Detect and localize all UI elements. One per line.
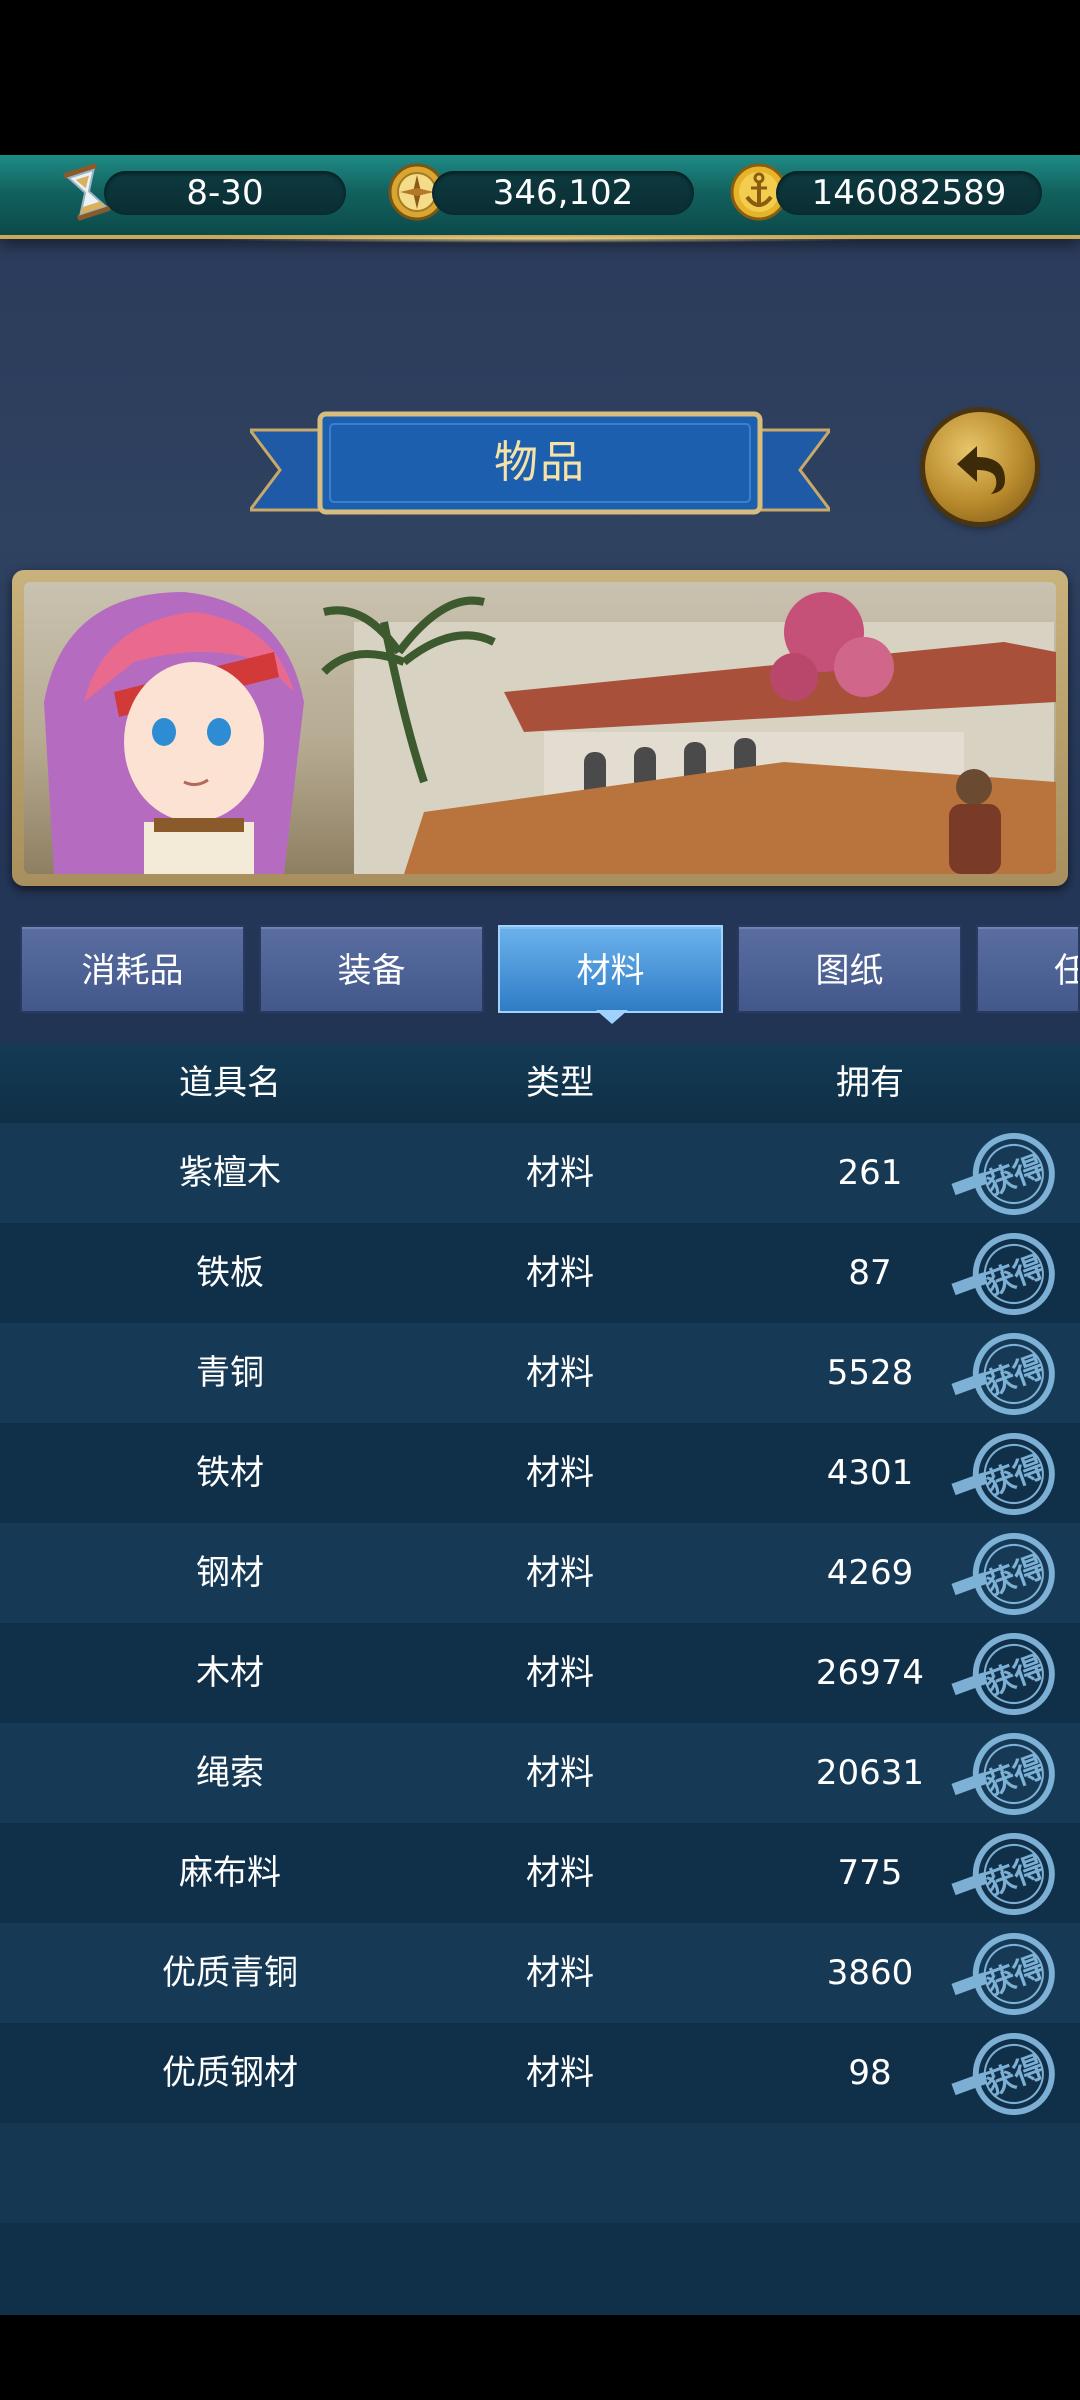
item-type: 材料 bbox=[526, 1953, 594, 1993]
obtain-stamp-button[interactable]: 获得 bbox=[948, 1129, 1074, 1221]
obtain-stamp-button[interactable]: 获得 bbox=[948, 1329, 1074, 1421]
gold-value: 146082589 bbox=[776, 171, 1042, 215]
item-type: 材料 bbox=[526, 1853, 594, 1893]
obtain-stamp-button[interactable]: 获得 bbox=[948, 1829, 1074, 1921]
item-name: 木材 bbox=[196, 1653, 264, 1693]
item-name: 麻布料 bbox=[179, 1853, 281, 1893]
page-title: 物品 bbox=[494, 437, 586, 488]
item-type: 材料 bbox=[526, 1753, 594, 1793]
table-row: 紫檀木 材料 261 获得 bbox=[0, 1123, 1080, 1223]
time-value: 8-30 bbox=[104, 171, 346, 215]
item-type: 材料 bbox=[526, 1453, 594, 1493]
item-type: 材料 bbox=[526, 1253, 594, 1293]
obtain-stamp-button[interactable]: 获得 bbox=[948, 2029, 1074, 2121]
table-row: 铁板 材料 87 获得 bbox=[0, 1223, 1080, 1323]
obtain-stamp-button[interactable]: 获得 bbox=[948, 1229, 1074, 1321]
item-name: 青铜 bbox=[196, 1353, 264, 1393]
table-row: 优质钢材 材料 98 获得 bbox=[0, 2023, 1080, 2123]
obtain-stamp-button[interactable]: 获得 bbox=[948, 1929, 1074, 2021]
table-header: 道具名 类型 拥有 bbox=[0, 1043, 1080, 1126]
item-type: 材料 bbox=[526, 2053, 594, 2093]
item-name: 绳索 bbox=[196, 1753, 264, 1793]
obtain-stamp-button[interactable]: 获得 bbox=[948, 1529, 1074, 1621]
compass-value: 346,102 bbox=[432, 171, 694, 215]
empty-table-row bbox=[0, 2123, 1080, 2223]
item-name: 优质青铜 bbox=[162, 1953, 298, 1993]
tab-consumables[interactable]: 消耗品 bbox=[20, 925, 245, 1013]
scene-illustration bbox=[24, 582, 1056, 874]
item-name: 优质钢材 bbox=[162, 2053, 298, 2093]
table-row: 钢材 材料 4269 获得 bbox=[0, 1523, 1080, 1623]
tab-equipment[interactable]: 装备 bbox=[259, 925, 484, 1013]
tab-blueprints[interactable]: 图纸 bbox=[737, 925, 962, 1013]
item-name: 铁材 bbox=[196, 1453, 264, 1493]
column-header-type: 类型 bbox=[526, 1063, 594, 1103]
tab-materials[interactable]: 材料 bbox=[498, 925, 723, 1013]
item-name: 钢材 bbox=[196, 1553, 264, 1593]
table-row: 麻布料 材料 775 获得 bbox=[0, 1823, 1080, 1923]
item-type: 材料 bbox=[526, 1553, 594, 1593]
scene-banner bbox=[12, 570, 1068, 886]
column-header-name: 道具名 bbox=[179, 1063, 281, 1103]
table-row: 绳索 材料 20631 获得 bbox=[0, 1723, 1080, 1823]
obtain-stamp-button[interactable]: 获得 bbox=[948, 1729, 1074, 1821]
table-row: 木材 材料 26974 获得 bbox=[0, 1623, 1080, 1723]
obtain-stamp-button[interactable]: 获得 bbox=[948, 1429, 1074, 1521]
back-arrow-icon bbox=[957, 446, 1005, 494]
item-type: 材料 bbox=[526, 1153, 594, 1193]
obtain-stamp-button[interactable]: 获得 bbox=[948, 1629, 1074, 1721]
resource-bar: 8-30 346,102 146082589 bbox=[0, 155, 1080, 243]
active-tab-indicator bbox=[596, 1010, 628, 1024]
item-name: 紫檀木 bbox=[179, 1153, 281, 1193]
table-row: 优质青铜 材料 3860 获得 bbox=[0, 1923, 1080, 2023]
item-name: 铁板 bbox=[196, 1253, 264, 1293]
item-type: 材料 bbox=[526, 1653, 594, 1693]
item-type: 材料 bbox=[526, 1353, 594, 1393]
inventory-screen: 8-30 346,102 146082589 物品 消耗品 装备 材料 图纸 道… bbox=[0, 0, 1080, 2400]
empty-table-row bbox=[0, 2223, 1080, 2315]
table-row: 青铜 材料 5528 获得 bbox=[0, 1323, 1080, 1423]
table-row: 铁材 材料 4301 获得 bbox=[0, 1423, 1080, 1523]
column-header-owned: 拥有 bbox=[836, 1063, 904, 1103]
back-button[interactable] bbox=[925, 412, 1035, 522]
tab-tasks[interactable]: 任 bbox=[976, 925, 1080, 1013]
